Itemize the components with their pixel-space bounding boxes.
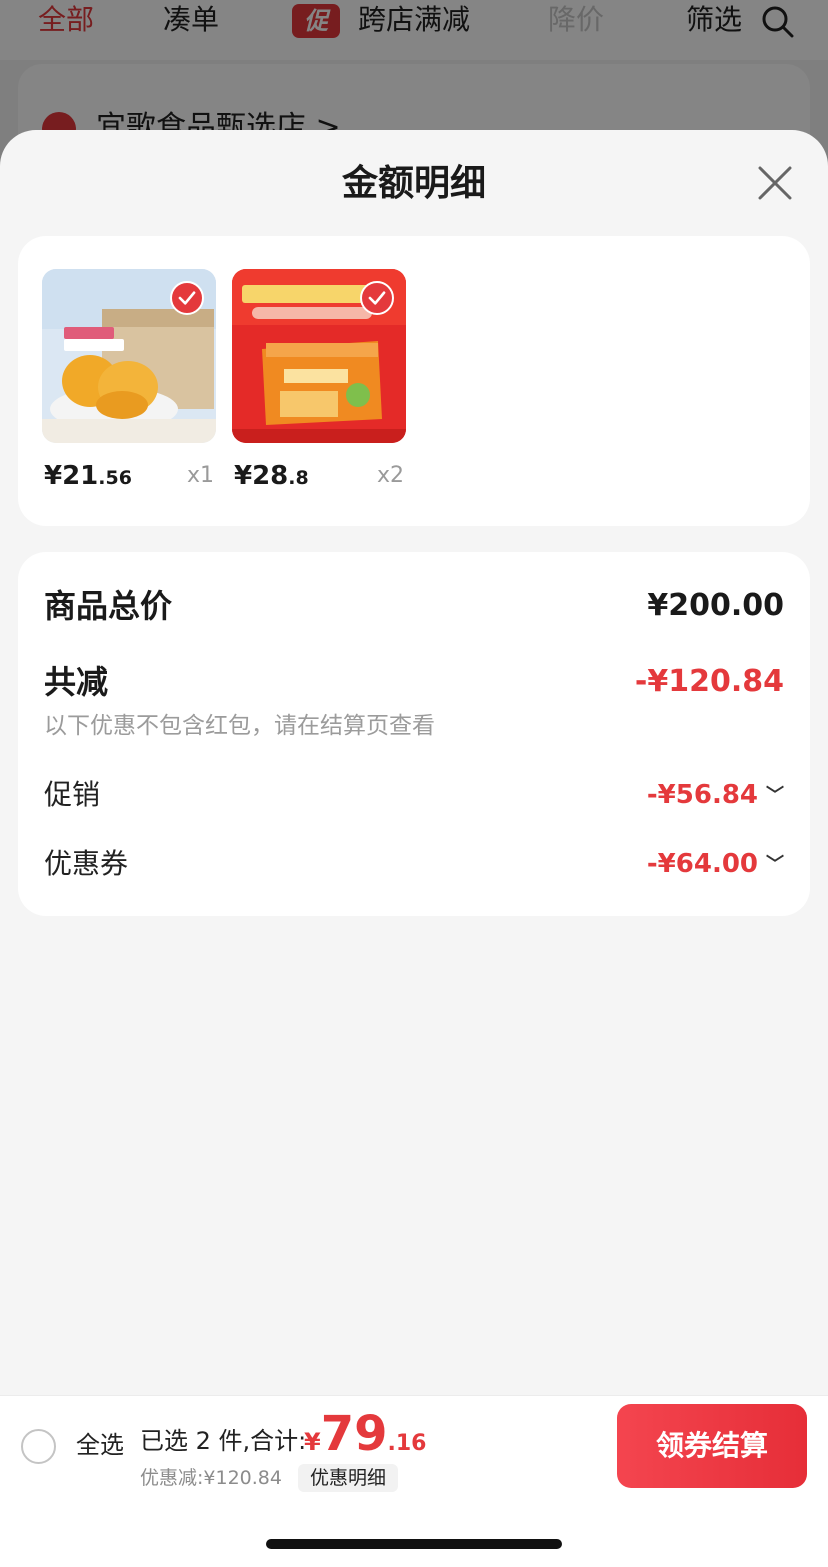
price-summary-card: 商品总价 ¥200.00 共减 -¥120.84 以下优惠不包含红包，请在结算页…	[18, 552, 810, 916]
promotion-value: -¥56.84	[646, 780, 758, 810]
check-icon[interactable]	[170, 281, 204, 315]
amount-detail-sheet: 金额明细 ¥21.56 x1 ¥28.8 x2 商品总价 ¥200.00 共减 …	[0, 130, 828, 1395]
goods-total-value: ¥200.00	[647, 588, 784, 623]
discount-detail-button[interactable]: 优惠明细	[298, 1464, 399, 1492]
promotion-label: 促销	[44, 778, 101, 811]
coupon-label: 优惠券	[44, 847, 129, 880]
goods-total-label: 商品总价	[44, 587, 173, 625]
watermark-logo	[679, 1489, 817, 1543]
chevron-down-icon: ﹀	[766, 784, 784, 806]
home-indicator[interactable]	[266, 1539, 562, 1549]
product-list-card: ¥21.56 x1 ¥28.8 x2	[18, 236, 810, 526]
promotion-row-toggle[interactable]: -¥56.84 ﹀	[647, 776, 784, 815]
coupon-row-toggle[interactable]: -¥64.00 ﹀	[647, 845, 784, 884]
checkout-button[interactable]: 领券结算	[617, 1404, 807, 1488]
close-icon[interactable]	[752, 160, 798, 206]
product-price: ¥21.56	[44, 461, 132, 491]
total-reduce-label: 共减	[44, 663, 109, 701]
check-icon[interactable]	[360, 281, 394, 315]
total-reduce-value: -¥120.84	[634, 664, 784, 699]
discount-amount-text: 优惠减:¥120.84	[140, 1467, 282, 1489]
select-all-label[interactable]: 全选	[76, 1428, 124, 1462]
product-quantity: x2	[376, 463, 404, 488]
checkout-bar: 全选 已选 2 件,合计: ¥79.16 优惠减:¥120.84 优惠明细 领券…	[0, 1395, 828, 1495]
total-price: ¥79.16	[304, 1406, 427, 1462]
product-quantity: x1	[186, 463, 214, 488]
chevron-down-icon: ﹀	[766, 853, 784, 875]
discount-note: 以下优惠不包含红包，请在结算页查看	[44, 713, 435, 739]
selected-count-text: 已选 2 件,合计:	[140, 1427, 307, 1455]
product-price: ¥28.8	[234, 461, 309, 491]
coupon-value: -¥64.00	[646, 849, 758, 879]
select-all-radio[interactable]	[21, 1429, 56, 1464]
sheet-title: 金额明细	[341, 163, 486, 204]
